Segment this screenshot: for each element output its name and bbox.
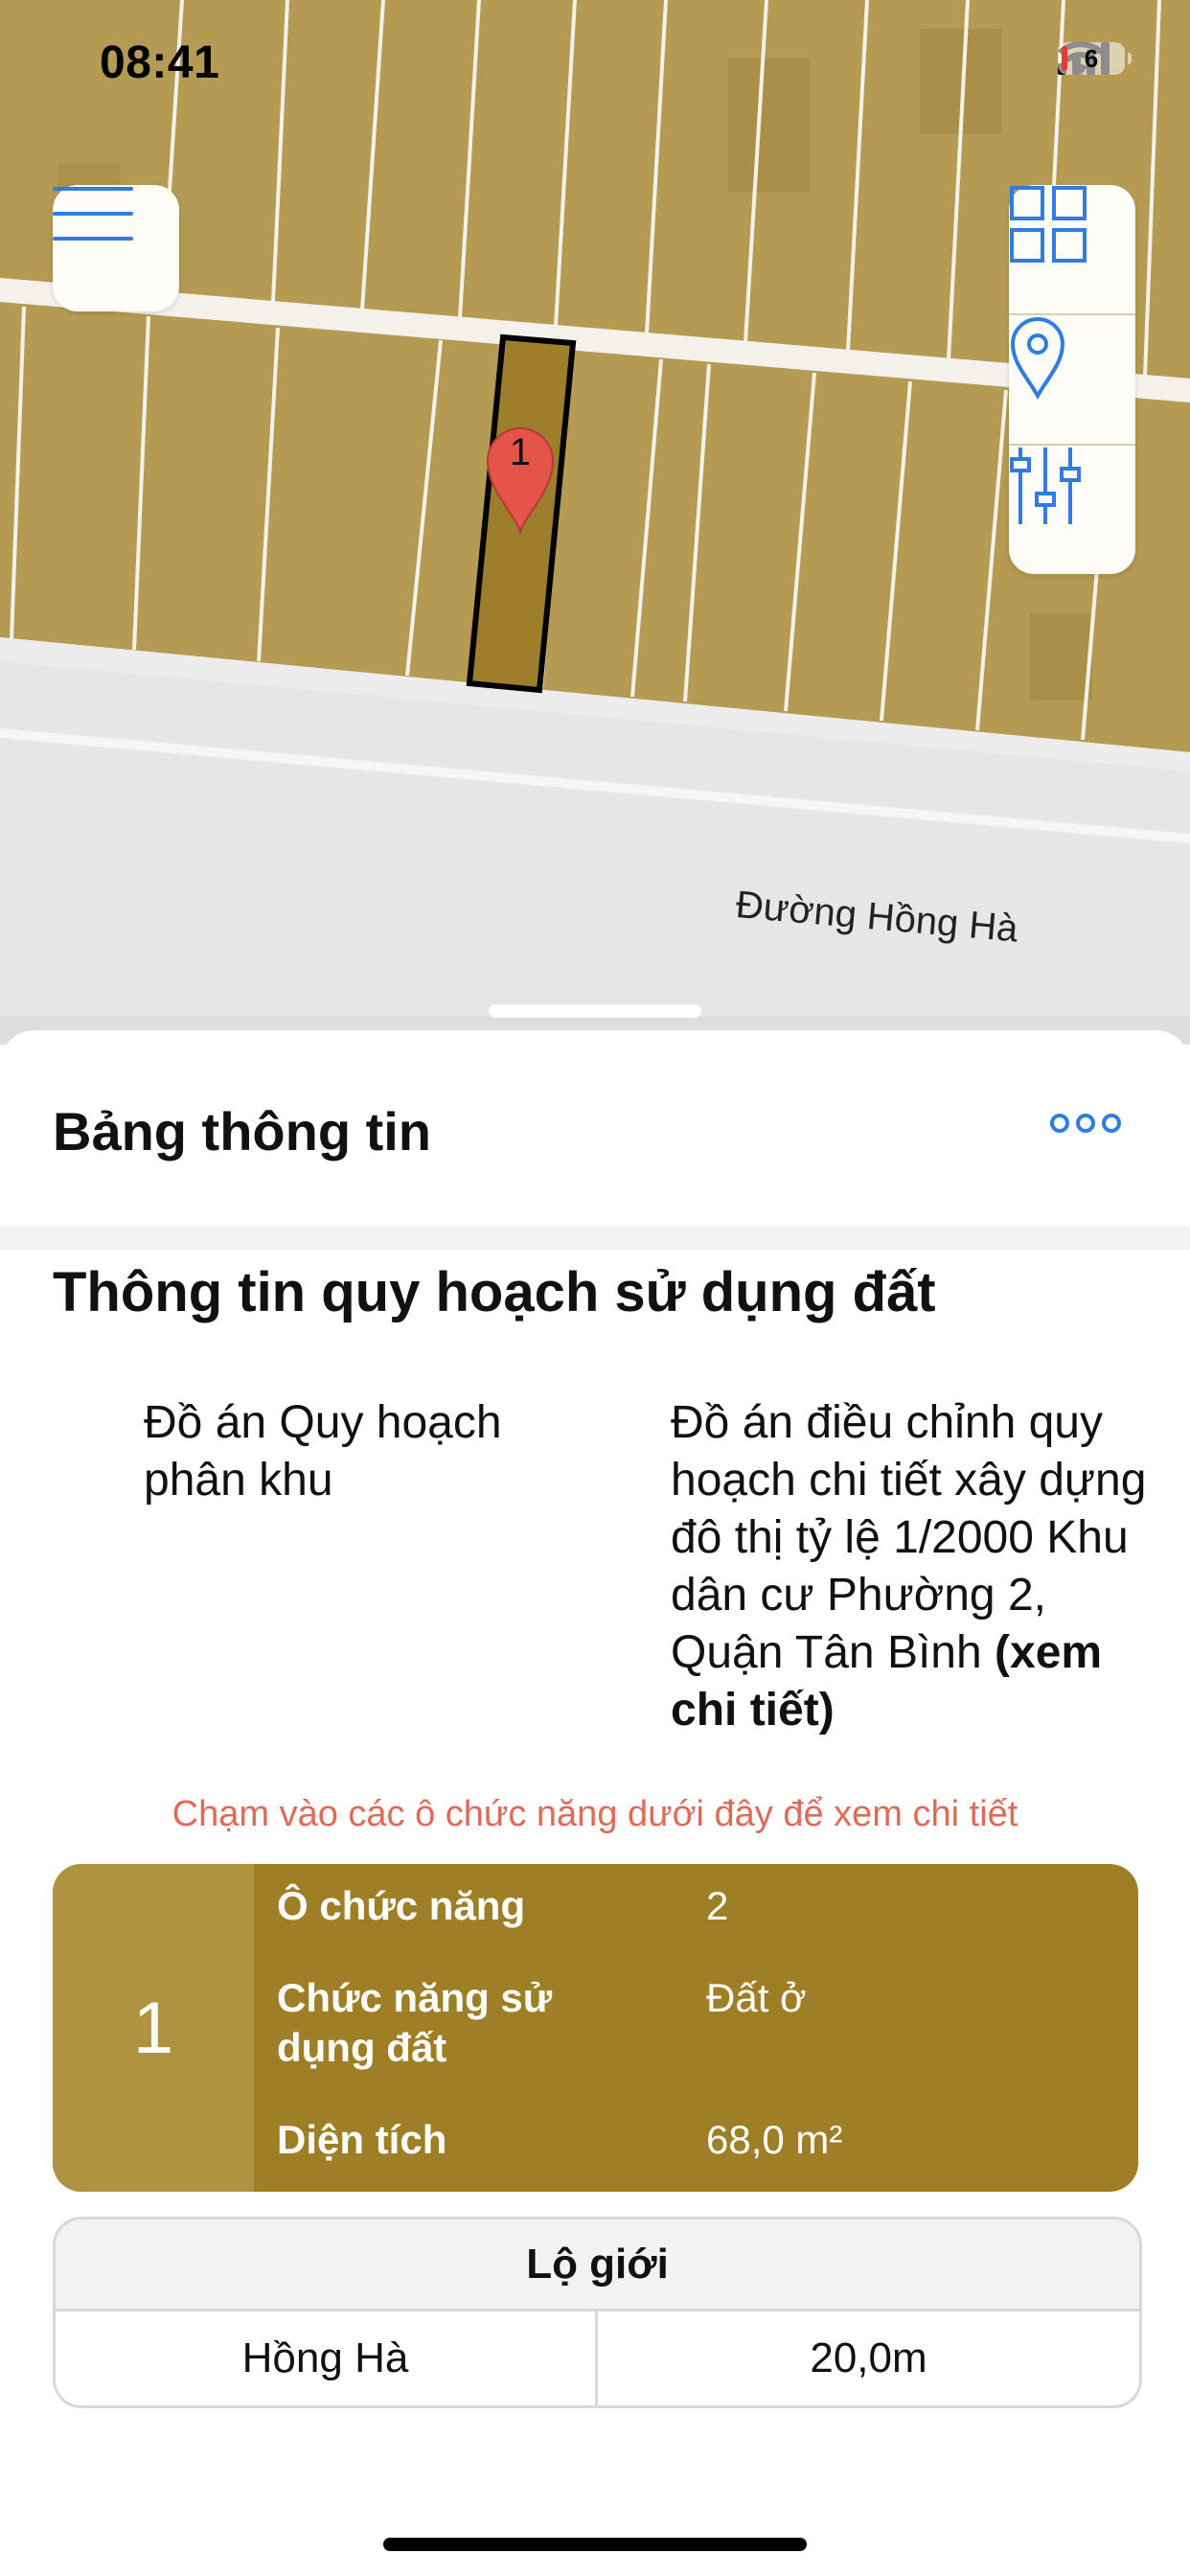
grid-layers-icon — [1010, 186, 1087, 263]
plan-label: Đồ án Quy hoạch phân khu — [144, 1397, 502, 1506]
marker-label: 1 — [510, 431, 531, 473]
map-view[interactable]: 1 08:41 6 Đường Hồng Hà — [0, 0, 1190, 1045]
function-row-value: 2 — [706, 1883, 729, 1928]
road-name-cell: Hồng Hà — [56, 2312, 598, 2405]
status-time: 08:41 — [100, 37, 220, 88]
road-boundary-header: Lộ giới — [56, 2220, 1139, 2312]
hint-text: Chạm vào các ô chức năng dưới đây để xem… — [172, 1794, 1018, 1834]
sliders-filter-icon — [1010, 448, 1081, 524]
layers-button[interactable] — [1009, 185, 1135, 313]
filter-button[interactable] — [1009, 444, 1135, 574]
home-indicator — [383, 2538, 807, 2551]
locate-button[interactable] — [1009, 313, 1135, 444]
plan-value: Đồ án điều chỉnh quy hoạch chi tiết xây … — [671, 1394, 1169, 1739]
function-row-label: Diện tích — [277, 2117, 447, 2162]
more-options-icon — [1050, 1114, 1069, 1133]
battery-icon: 6 — [1058, 42, 1132, 75]
road-width-cell: 20,0m — [810, 2334, 927, 2381]
battery-level: 6 — [1084, 43, 1099, 73]
function-row-label: Chức năng sử dụng đất — [277, 1975, 553, 2070]
sheet-title: Bảng thông tin — [53, 1101, 432, 1162]
location-pin-icon — [1010, 317, 1065, 400]
section-divider — [0, 1227, 1190, 1250]
section-title: Thông tin quy hoạch sử dụng đất — [53, 1261, 936, 1323]
hamburger-menu-icon — [53, 187, 133, 241]
status-icons: 6 — [1058, 42, 1132, 75]
function-card-number: 1 — [53, 1864, 254, 2192]
menu-button[interactable] — [53, 185, 179, 311]
function-row-label: Ô chức năng — [277, 1883, 526, 1928]
map-tools-panel — [1009, 185, 1135, 574]
function-row-value: Đất ở — [706, 1975, 807, 2020]
more-options-button[interactable] — [1050, 1114, 1121, 1133]
function-card[interactable]: 1 Ô chức năng 2 Chức năng sử dụng đất Đấ… — [53, 1864, 1138, 2192]
sheet-grabber[interactable] — [489, 1004, 701, 1018]
road-boundary-table: Lộ giới Hồng Hà 20,0m — [53, 2217, 1142, 2408]
function-row-value: 68,0 m² — [706, 2117, 843, 2162]
